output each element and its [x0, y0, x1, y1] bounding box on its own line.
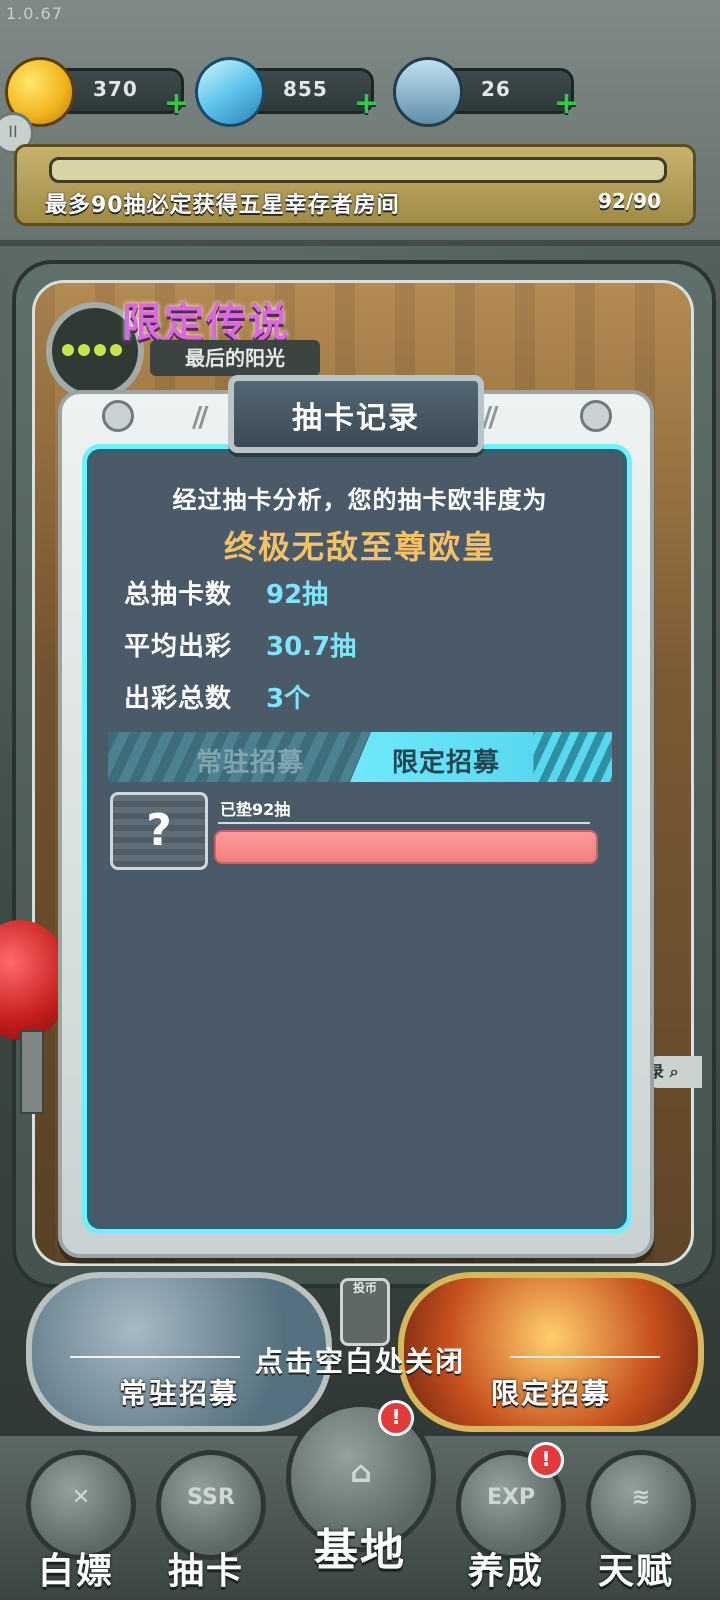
lever-pole	[20, 1030, 44, 1114]
nav-gacha-label: 抽卡	[167, 1551, 244, 1592]
energy-counter[interactable]: 26 +	[393, 57, 579, 127]
tab-regular-recruit-label: 常驻招募	[196, 748, 305, 778]
pity-progress-bar	[49, 157, 667, 183]
stat-total-hits-value: 3个	[266, 684, 311, 714]
tab-limited-recruit[interactable]: 限定招募	[350, 732, 612, 782]
nav-freebies-label: 白嫖	[37, 1551, 114, 1592]
limited-banner-subtitle: 最后的阳光	[150, 340, 320, 376]
stat-total-draws-value: 92抽	[266, 580, 329, 610]
luck-rank: 终极无敌至尊欧皇	[223, 528, 496, 566]
decor-slashes-icon: //	[192, 400, 209, 433]
stat-average-value: 30.7抽	[266, 632, 357, 662]
stat-total-hits-label: 出彩总数	[124, 684, 233, 714]
energy-value: 26	[481, 77, 511, 101]
pity-progress-text: 最多90抽必定获得五星幸存者房间	[45, 193, 400, 218]
modal-title: 抽卡记录	[292, 401, 420, 436]
top-bar: 1.0.67 370 + 855 + 26 + II 最多90抽必定获得五星幸存…	[0, 0, 720, 240]
add-coin-icon[interactable]: +	[164, 86, 189, 121]
tab-limited-recruit-label: 限定招募	[392, 748, 501, 778]
coin-value: 370	[93, 77, 138, 101]
gem-counter[interactable]: 855 +	[188, 50, 379, 134]
nav-training[interactable]: EXP 养成 !	[446, 1442, 566, 1592]
version-label: 1.0.67	[6, 4, 63, 23]
unknown-reward-icon: ?	[110, 792, 208, 870]
battery-icon	[393, 57, 463, 127]
screw-icon	[580, 400, 612, 432]
record-tabs: 常驻招募 限定招募	[108, 732, 612, 782]
nav-talent-label: 天赋	[597, 1551, 674, 1592]
coin-slot: 投币	[340, 1278, 390, 1346]
nav-talent[interactable]: ≋ 天赋	[576, 1450, 696, 1592]
alert-badge-icon: !	[378, 1400, 414, 1436]
add-gem-icon[interactable]: +	[354, 86, 379, 121]
nav-gacha[interactable]: SSR 抽卡	[146, 1450, 266, 1592]
coin-counter[interactable]: 370 +	[5, 57, 189, 127]
stat-average-label: 平均出彩	[124, 632, 233, 662]
modal-header: 抽卡记录	[228, 375, 484, 453]
nav-training-label: 养成	[467, 1551, 544, 1592]
close-hint[interactable]: 点击空白处关闭	[0, 1340, 720, 1380]
pity-progress-count: 92/90	[598, 189, 661, 213]
gem-icon	[188, 50, 272, 134]
stat-total-draws-label: 总抽卡数	[124, 580, 233, 610]
nav-freebies[interactable]: ✕ 白嫖	[16, 1450, 136, 1592]
tab-regular-recruit[interactable]: 常驻招募	[108, 732, 370, 782]
pity-progress-panel: 最多90抽必定获得五星幸存者房间 92/90	[14, 144, 696, 226]
gem-value: 855	[283, 77, 328, 101]
screw-icon	[102, 400, 134, 432]
add-energy-icon[interactable]: +	[554, 86, 579, 121]
analysis-text: 经过抽卡分析，您的抽卡欧非度为	[172, 486, 548, 514]
alert-badge-icon: !	[528, 1442, 564, 1478]
pity-count-label: 已垫92抽	[220, 800, 291, 819]
nav-base[interactable]: ⌂ 基地 !	[272, 1400, 448, 1598]
search-icon: ⌕	[669, 1062, 679, 1081]
record-divider	[218, 822, 590, 824]
nav-base-label: 基地	[314, 1525, 406, 1576]
pity-progress-bar-record	[214, 830, 598, 864]
